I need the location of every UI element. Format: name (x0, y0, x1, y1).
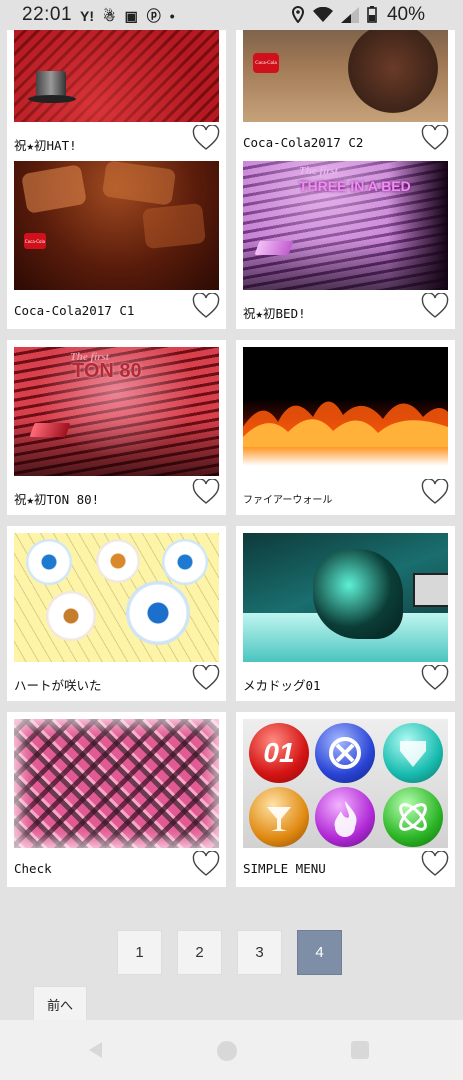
battery-icon (367, 6, 377, 23)
menu-01-icon: 01 (249, 723, 309, 783)
item-card[interactable]: 01 SIMPLE MENU (236, 712, 455, 887)
status-time: 22:01 (22, 4, 73, 25)
item-title[interactable]: Coca-Cola2017 C2 (243, 135, 363, 150)
heart-icon[interactable] (421, 479, 449, 505)
signal-icon (341, 6, 359, 23)
item-card[interactable]: Check (7, 712, 226, 887)
item-title[interactable]: メカドッグ01 (243, 675, 321, 694)
heart-icon[interactable] (421, 851, 449, 877)
yahoo-icon: Y! (80, 8, 94, 24)
back-icon[interactable] (86, 1040, 104, 1060)
item-card[interactable]: The first TON 80 祝★初TON 80! (7, 340, 226, 515)
notification-icons: Y! ☃ ▣ ⓟ • (80, 6, 175, 26)
thumbnail-bed[interactable]: The first THREE IN A BED (243, 161, 448, 290)
flame-orb-icon (315, 787, 375, 847)
heart-icon[interactable] (192, 293, 220, 319)
pagination: 1 2 3 4 (117, 930, 342, 975)
cat-icon: ☃ (103, 7, 116, 24)
thumb-big-text: TON 80 (72, 360, 142, 382)
home-icon[interactable] (216, 1040, 238, 1062)
flower-image (96, 539, 140, 583)
coca-cola-logo: Coca-Cola (24, 233, 46, 249)
thumbnail-check[interactable] (14, 719, 219, 848)
location-icon (291, 6, 305, 23)
item-title[interactable]: ハートが咲いた (14, 675, 102, 694)
page-4-button-current[interactable]: 4 (297, 930, 342, 975)
item-card[interactable]: ハートが咲いた (7, 526, 226, 701)
page-1-button[interactable]: 1 (117, 930, 162, 975)
item-title[interactable]: 祝★初BED! (243, 303, 306, 322)
prev-page-button[interactable]: 前へ (33, 986, 87, 1022)
page-3-button[interactable]: 3 (237, 930, 282, 975)
thumbnail-ton80[interactable]: The first TON 80 (14, 347, 219, 476)
thumbnail-hat[interactable] (14, 30, 219, 122)
item-title[interactable]: 祝★初HAT! (14, 135, 77, 154)
wallpaper-grid: 祝★初HAT! Coca-Cola Coca-Cola2017 C2 Coca-… (0, 30, 463, 1020)
flower-image (26, 539, 72, 585)
wifi-icon (313, 6, 333, 22)
more-dot-icon: • (169, 8, 175, 24)
thumbnail-cola-c2[interactable]: Coca-Cola (243, 30, 448, 122)
atom-orb-icon (383, 787, 443, 847)
settings-orb-icon (315, 723, 375, 783)
status-bar: 22:01 Y! ☃ ▣ ⓟ • 40% (0, 0, 463, 30)
item-card[interactable]: メカドッグ01 (236, 526, 455, 701)
thumb-big-text: THREE IN A BED (299, 178, 411, 194)
item-card[interactable]: 祝★初HAT! (7, 30, 226, 161)
thumbnail-simple-menu[interactable]: 01 (243, 719, 448, 848)
item-title[interactable]: Coca-Cola2017 C1 (14, 303, 134, 318)
pinterest-icon: ⓟ (146, 8, 161, 24)
item-card[interactable]: The first THREE IN A BED 祝★初BED! (236, 154, 455, 329)
cup-orb-icon (249, 787, 309, 847)
recents-icon[interactable] (350, 1040, 370, 1060)
flower-image (126, 581, 190, 645)
heart-icon[interactable] (421, 665, 449, 691)
flower-image (46, 591, 96, 641)
item-title[interactable]: 祝★初TON 80! (14, 489, 99, 508)
item-card[interactable]: Coca-Cola Coca-Cola2017 C1 (7, 154, 226, 329)
flower-image (162, 539, 208, 585)
heart-icon[interactable] (421, 125, 449, 151)
item-title[interactable]: Check (14, 861, 52, 876)
battery-percent: 40% (386, 4, 425, 25)
item-title[interactable]: ファイアーウォール (243, 491, 332, 506)
item-card[interactable]: Coca-Cola Coca-Cola2017 C2 (236, 30, 455, 161)
shield-orb-icon (383, 723, 443, 783)
app-icon: ▣ (124, 7, 138, 24)
page-2-button[interactable]: 2 (177, 930, 222, 975)
heart-icon[interactable] (192, 851, 220, 877)
heart-icon[interactable] (421, 293, 449, 319)
heart-icon[interactable] (192, 479, 220, 505)
thumb-small-text: The first (299, 165, 338, 177)
thumbnail-cola-c1[interactable]: Coca-Cola (14, 161, 219, 290)
thumbnail-heart-bloom[interactable] (14, 533, 219, 662)
coca-cola-logo: Coca-Cola (253, 53, 279, 73)
item-card[interactable]: ファイアーウォール (236, 340, 455, 515)
mecha-dog-image (313, 549, 403, 639)
thumbnail-firewall[interactable] (243, 347, 448, 476)
system-nav-bar (0, 1020, 463, 1080)
thumbnail-mecha-dog[interactable] (243, 533, 448, 662)
heart-icon[interactable] (192, 665, 220, 691)
heart-icon[interactable] (192, 125, 220, 151)
item-title[interactable]: SIMPLE MENU (243, 861, 326, 876)
